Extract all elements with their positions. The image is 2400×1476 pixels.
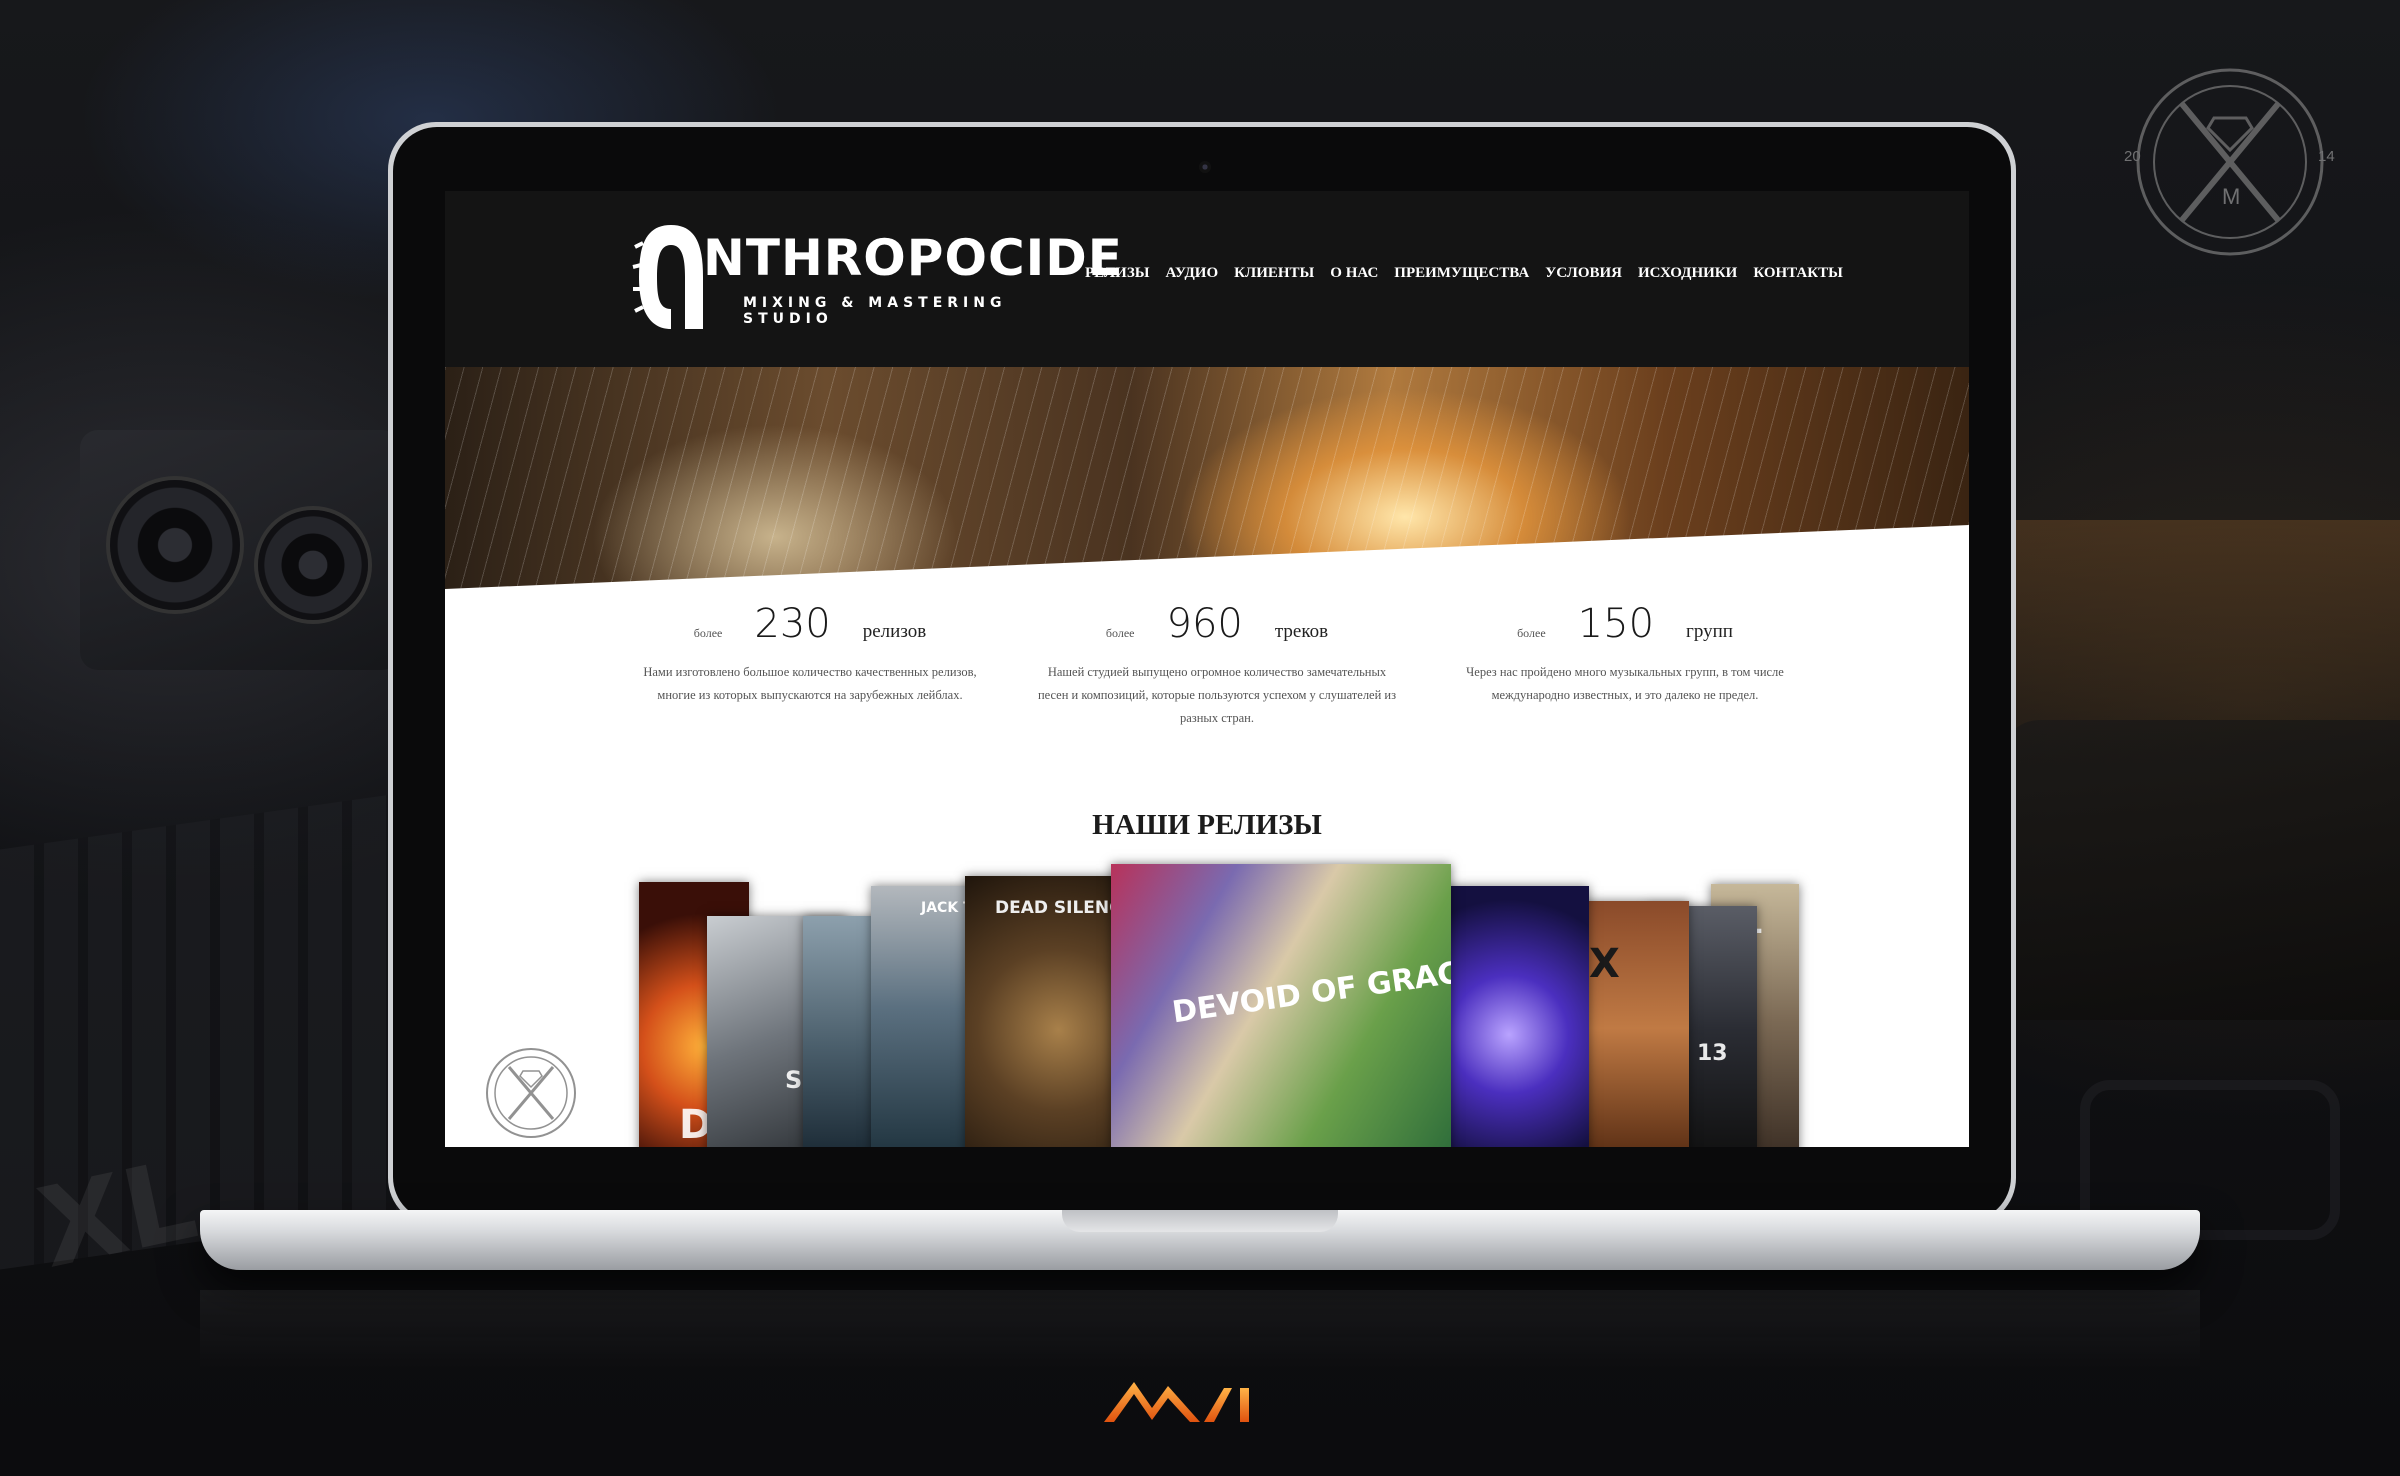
- stat-unit: групп: [1686, 621, 1733, 642]
- nav-sources[interactable]: ИСХОДНИКИ: [1638, 265, 1737, 282]
- album-cover[interactable]: DEAD SILENCE HID: [965, 876, 1135, 1147]
- stat-unit: треков: [1274, 621, 1329, 642]
- nav-advantages[interactable]: ПРЕИМУЩЕСТВА: [1394, 265, 1529, 282]
- laptop-bezel: NTHROPOCIDE MIXING & MASTERING STUDIO РЕ…: [393, 127, 2011, 1221]
- stat-prefix: более: [693, 626, 723, 640]
- background-woofer: [258, 510, 368, 620]
- website-screen: NTHROPOCIDE MIXING & MASTERING STUDIO РЕ…: [445, 191, 1969, 1147]
- emblem-letter: M: [2222, 184, 2241, 209]
- album-cover[interactable]: [1429, 886, 1589, 1147]
- site-logo[interactable]: NTHROPOCIDE MIXING & MASTERING STUDIO: [631, 207, 1122, 347]
- site-header: NTHROPOCIDE MIXING & MASTERING STUDIO РЕ…: [445, 191, 1969, 367]
- nav-releases[interactable]: РЕЛИЗЫ: [1085, 265, 1149, 282]
- logo-wordmark: NTHROPOCIDE: [703, 229, 1123, 287]
- nav-about[interactable]: О НАС: [1330, 265, 1378, 282]
- camera-icon: [1199, 161, 1211, 173]
- background-piano: [2000, 720, 2400, 1020]
- stat-number: 150: [1577, 601, 1655, 647]
- stat-number: 960: [1166, 601, 1243, 647]
- stat-releases: более 230 релизов Нами изготовлено больш…: [625, 601, 995, 707]
- stat-bands: более 150 групп Через нас пройдено много…: [1440, 601, 1810, 707]
- album-cover-featured[interactable]: DEVOID OF GRACE: [1111, 864, 1451, 1147]
- laptop-frame: NTHROPOCIDE MIXING & MASTERING STUDIO РЕ…: [388, 122, 2016, 1226]
- nav-terms[interactable]: УСЛОВИЯ: [1545, 265, 1622, 282]
- stat-prefix: более: [1105, 626, 1135, 640]
- studio-badge-icon: [483, 1045, 579, 1141]
- hero-diagonal-cut: [445, 525, 1969, 589]
- laptop-base-notch: [1062, 1210, 1338, 1232]
- releases-title: НАШИ РЕЛИЗЫ: [1092, 809, 1322, 841]
- stat-description: Через нас пройдено много музыкальных гру…: [1466, 665, 1784, 702]
- releases-carousel: D SI JACK THE FLIPPER DEAD SILENCE HID D…: [639, 856, 1799, 1147]
- logo-a-mark-icon: [632, 225, 703, 329]
- stat-unit: релизов: [862, 621, 927, 642]
- emblem-year-right: 14: [2318, 148, 2335, 165]
- laptop-base: [200, 1210, 2200, 1270]
- studio-emblem-icon: 20 14 M: [2124, 62, 2335, 262]
- logo-tagline: MIXING & MASTERING STUDIO: [743, 295, 1007, 327]
- hero-banner: [445, 367, 1969, 589]
- nav-clients[interactable]: КЛИЕНТЫ: [1234, 265, 1314, 282]
- background-wood-panel: [1980, 520, 2400, 740]
- stat-tracks: более 960 треков Нашей студией выпущено …: [1032, 601, 1402, 730]
- stat-description: Нами изготовлено большое количество каче…: [643, 665, 977, 702]
- stat-number: 230: [754, 601, 831, 647]
- brand-logo-icon: [1100, 1372, 1280, 1428]
- laptop-reflection: [200, 1290, 2200, 1370]
- nav-contacts[interactable]: КОНТАКТЫ: [1753, 265, 1843, 282]
- stat-description: Нашей студией выпущено огромное количест…: [1037, 665, 1397, 725]
- background-woofer: [110, 480, 240, 610]
- stat-prefix: более: [1517, 626, 1546, 640]
- emblem-year-left: 20: [2124, 148, 2141, 165]
- nav-audio[interactable]: АУДИО: [1165, 265, 1218, 282]
- main-nav: РЕЛИЗЫ АУДИО КЛИЕНТЫ О НАС ПРЕИМУЩЕСТВА …: [1085, 265, 1843, 282]
